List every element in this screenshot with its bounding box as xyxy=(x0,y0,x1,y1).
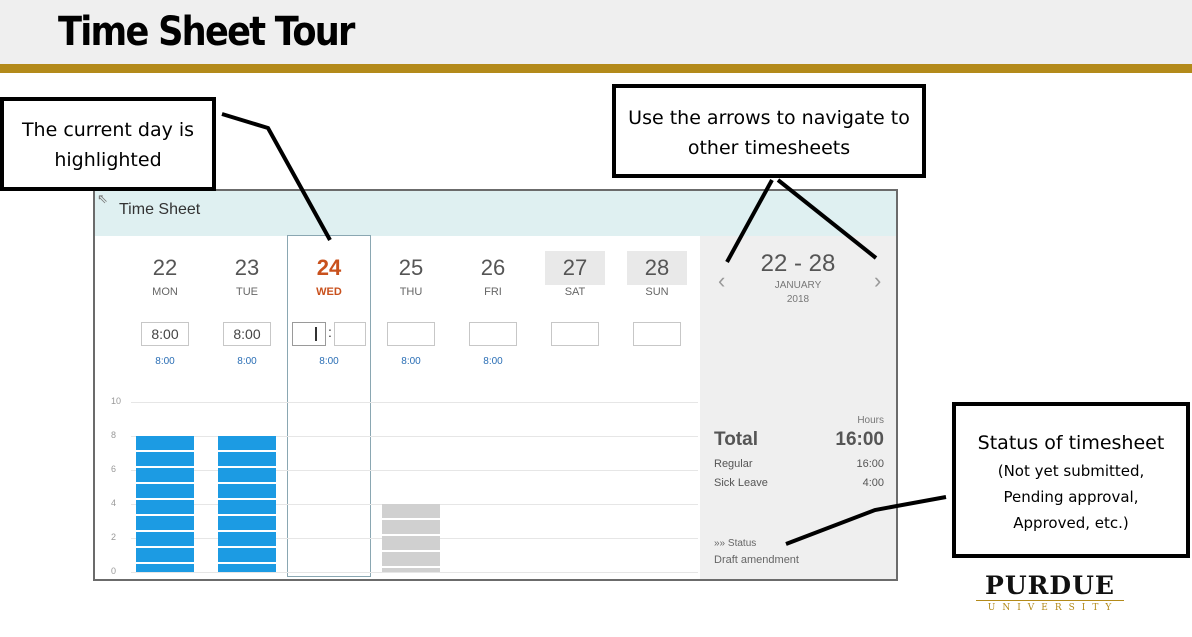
callout-current-day: The current day is highlighted xyxy=(0,97,216,191)
callout-status: Status of timesheet (Not yet submitted, … xyxy=(952,402,1190,558)
current-day-leader xyxy=(221,112,332,241)
status-leader xyxy=(785,495,947,546)
callout-status-title: Status of timesheet xyxy=(977,432,1165,454)
callout-navigation: Use the arrows to navigate to other time… xyxy=(612,84,926,178)
next-arrow-leader xyxy=(776,178,878,260)
logo-subtitle: UNIVERSITY xyxy=(976,600,1124,615)
prev-arrow-leader xyxy=(725,179,774,263)
purdue-logo: PURDUE UNIVERSITY xyxy=(976,572,1124,615)
logo-wordmark: PURDUE xyxy=(985,571,1115,600)
callout-status-body: (Not yet submitted, Pending approval, Ap… xyxy=(997,462,1145,532)
